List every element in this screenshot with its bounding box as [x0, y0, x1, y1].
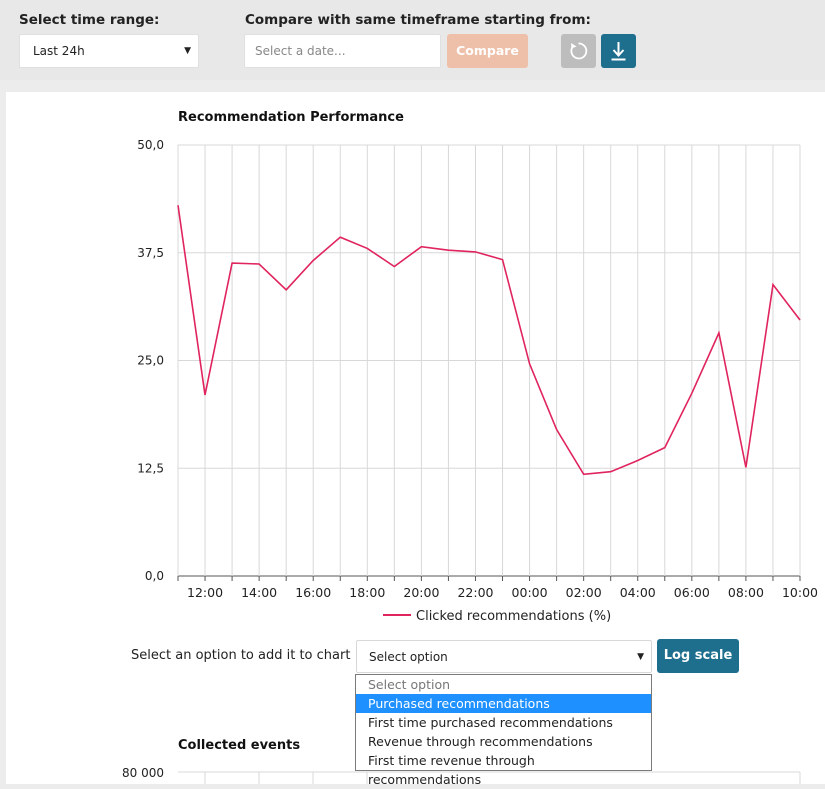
x-tick-label: 04:00	[620, 585, 656, 600]
chevron-down-icon: ▼	[637, 651, 644, 662]
dropdown-item[interactable]: Revenue through recommendations	[356, 732, 651, 751]
dropdown-item[interactable]: Select option	[356, 675, 651, 694]
series-line-clicked	[177, 205, 801, 476]
x-tick-label: 20:00	[403, 585, 439, 600]
x-tick-label: 18:00	[349, 585, 385, 600]
x-tick-label: 02:00	[566, 585, 602, 600]
performance-chart: 0,0 12,5 25,0 37,5 50,0 12:00 14:00 16:00 18:00…	[137, 138, 818, 624]
dropdown-item[interactable]: First time revenue through recommendatio…	[356, 751, 651, 787]
x-tick-label: 22:00	[457, 585, 493, 600]
chart2-title: Collected events	[178, 738, 301, 753]
y-tick-label: 12,5	[137, 461, 164, 475]
option-dropdown: Select option Purchased recommendations …	[355, 674, 652, 787]
dropdown-item[interactable]: Purchased recommendations	[356, 694, 651, 713]
option-select[interactable]: Select option ▼	[356, 640, 652, 673]
x-tick-label: 12:00	[187, 585, 223, 600]
dropdown-item[interactable]: First time purchased recommendations	[356, 713, 651, 732]
y-tick-label: 50,0	[137, 138, 164, 152]
log-scale-button[interactable]: Log scale	[657, 639, 739, 673]
legend-label: Clicked recommendations (%)	[416, 609, 611, 624]
x-tick-label: 00:00	[512, 585, 548, 600]
y-tick-label: 25,0	[137, 354, 164, 368]
x-tick-label: 06:00	[674, 585, 710, 600]
y-tick-label: 0,0	[145, 569, 164, 583]
x-tick-label: 14:00	[241, 585, 277, 600]
x-tick-label: 08:00	[728, 585, 764, 600]
y-tick-label: 37,5	[137, 246, 164, 260]
option-selected: Select option	[369, 650, 448, 664]
x-tick-label: 16:00	[295, 585, 331, 600]
option-label: Select an option to add it to chart :	[131, 648, 359, 663]
x-tick-label: 10:00	[782, 585, 818, 600]
